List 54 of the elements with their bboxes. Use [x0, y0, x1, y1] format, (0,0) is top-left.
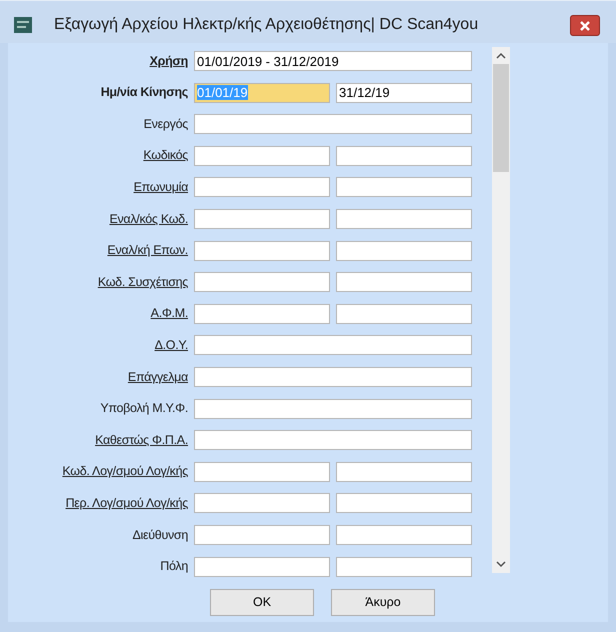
field-label: Α.Φ.Μ. [150, 305, 189, 322]
scroll-up-icon[interactable] [496, 52, 506, 59]
scrollbar[interactable] [492, 47, 510, 573]
input-field[interactable] [194, 398, 472, 419]
field-label: Επωνυμία [132, 179, 189, 196]
input-field[interactable] [336, 524, 472, 545]
field-label: Υποβολή Μ.Υ.Φ. [99, 400, 189, 418]
input-field[interactable]: 01/01/2019 - 31/12/2019 [194, 51, 472, 71]
field-label: Κωδικός [142, 147, 189, 164]
close-button[interactable] [570, 15, 600, 36]
input-field[interactable] [194, 114, 472, 134]
input-field[interactable] [194, 177, 330, 198]
input-field[interactable] [194, 335, 472, 356]
scroll-down-icon[interactable] [496, 561, 506, 568]
input-field[interactable] [336, 272, 472, 292]
input-field[interactable] [194, 430, 472, 450]
input-field[interactable] [336, 177, 472, 198]
field-label: Διεύθυνση [131, 526, 189, 544]
window-title: Εξαγωγή Αρχείου Ηλεκτρ/κής Αρχειοθέτησης| DC Scan4you [54, 15, 478, 35]
dialog-button[interactable]: Άκυρο [331, 588, 435, 616]
input-field[interactable] [194, 462, 330, 482]
input-field[interactable] [336, 556, 472, 576]
input-field[interactable] [336, 146, 472, 166]
input-field[interactable] [194, 272, 330, 292]
app-icon [14, 17, 32, 33]
field-label: Ενεργός [142, 116, 189, 133]
field-label: Καθεστώς Φ.Π.Α. [94, 432, 189, 449]
input-field[interactable] [194, 524, 330, 545]
input-field[interactable] [194, 493, 330, 514]
field-label: Εναλ/κή Επων. [106, 242, 189, 260]
close-icon [580, 20, 590, 30]
scroll-thumb[interactable] [493, 64, 509, 172]
field-label: Ημ/νία Κίνησης [100, 84, 189, 102]
field-label: Κωδ. Λογ/σμού Λογ/κής [61, 463, 189, 480]
field-label: Περ. Λογ/σμού Λογ/κής [64, 494, 189, 512]
input-field[interactable] [194, 208, 330, 229]
dialog-button[interactable]: OK [210, 588, 314, 616]
input-field[interactable] [336, 240, 472, 261]
field-label: Κωδ. Συσχέτισης [96, 274, 189, 291]
input-field[interactable] [336, 462, 472, 482]
field-label: Εναλ/κός Κωδ. [108, 210, 189, 228]
field-label: Επάγγελμα [126, 368, 189, 386]
input-field[interactable]: 31/12/19 [336, 82, 472, 103]
input-field[interactable] [336, 304, 472, 324]
field-label: Πόλη [159, 558, 189, 576]
field-label: Δ.Ο.Υ. [154, 336, 189, 354]
field-label: Χρήση [148, 52, 189, 70]
input-field[interactable] [194, 146, 330, 166]
input-field[interactable] [194, 240, 330, 261]
input-field[interactable] [194, 366, 472, 387]
input-field[interactable] [336, 493, 472, 514]
input-field[interactable] [194, 556, 330, 576]
input-field[interactable] [194, 304, 330, 324]
input-field[interactable] [336, 208, 472, 229]
